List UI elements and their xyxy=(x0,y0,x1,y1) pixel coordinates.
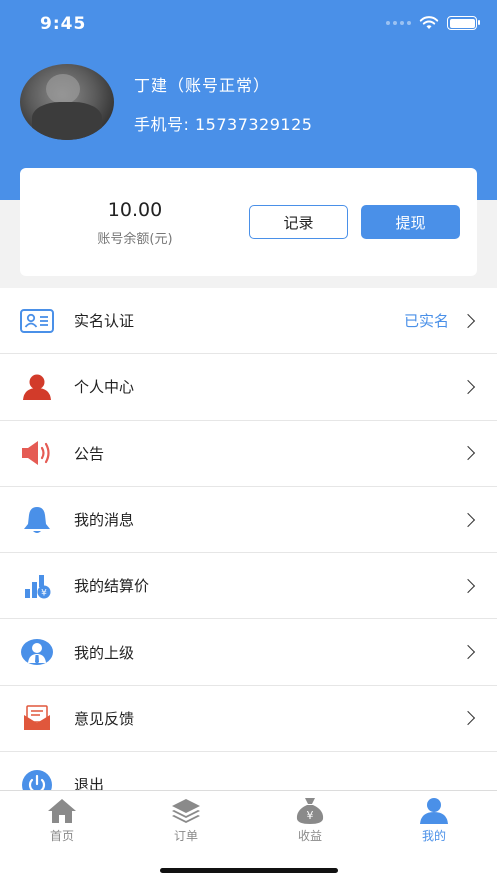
menu-item-label: 个人中心 xyxy=(74,378,135,397)
withdraw-button[interactable]: 提现 xyxy=(361,205,460,239)
status-icons xyxy=(386,16,480,30)
balance-value: 10.00 xyxy=(107,199,163,221)
speaker-icon xyxy=(20,437,54,469)
status-time: 9:45 xyxy=(40,14,87,34)
wifi-icon xyxy=(419,16,439,29)
layers-icon xyxy=(170,797,202,825)
bell-icon xyxy=(20,504,54,536)
signal-icon xyxy=(386,21,411,25)
status-bar: 9:45 xyxy=(0,0,497,48)
menu-item-personal-center[interactable]: 个人中心 xyxy=(0,354,497,421)
menu-item-announcement[interactable]: 公告 xyxy=(0,421,497,487)
user-icon xyxy=(418,797,450,825)
tab-label: 我的 xyxy=(421,829,446,843)
menu-list: 实名认证 已实名 个人中心 公告 我的消息 ¥ 我的结算价 我的上级 意见反馈 … xyxy=(0,288,497,819)
feedback-mail-icon xyxy=(20,702,54,734)
menu-item-superior[interactable]: 我的上级 xyxy=(0,619,497,686)
profile-name: 丁建（账号正常） xyxy=(134,76,271,95)
profile-phone: 手机号: 15737329125 xyxy=(134,115,313,134)
chevron-right-icon xyxy=(460,379,476,395)
account-card: 10.00 账号余额(元) 记录 提现 xyxy=(20,168,477,276)
tab-label: 收益 xyxy=(297,829,322,843)
svg-text:¥: ¥ xyxy=(307,809,314,822)
chevron-right-icon xyxy=(460,313,476,328)
tab-label: 订单 xyxy=(173,829,198,843)
money-bag-icon: ¥ xyxy=(294,797,326,825)
menu-item-label: 意见反馈 xyxy=(74,709,135,728)
tab-earnings[interactable]: ¥ 收益 xyxy=(270,797,350,844)
menu-item-verification[interactable]: 实名认证 已实名 xyxy=(0,288,497,355)
tab-label: 首页 xyxy=(49,829,74,843)
menu-item-label: 我的消息 xyxy=(74,511,135,530)
home-indicator xyxy=(160,868,338,873)
tab-orders[interactable]: 订单 xyxy=(146,797,226,844)
chevron-right-icon xyxy=(460,512,476,527)
battery-icon xyxy=(447,16,480,30)
chevron-right-icon xyxy=(460,446,476,461)
home-icon xyxy=(46,797,78,825)
svg-text:¥: ¥ xyxy=(41,588,47,598)
chevron-right-icon xyxy=(460,645,476,660)
supervisor-icon xyxy=(20,636,54,668)
menu-item-label: 公告 xyxy=(74,444,105,463)
menu-item-label: 实名认证 xyxy=(74,312,135,331)
menu-item-settlement-price[interactable]: ¥ 我的结算价 xyxy=(0,553,497,620)
tab-home[interactable]: 首页 xyxy=(22,797,102,844)
record-button[interactable]: 记录 xyxy=(249,205,348,239)
chevron-right-icon xyxy=(460,711,476,726)
person-icon xyxy=(20,371,54,403)
verified-status: 已实名 xyxy=(403,312,449,331)
settlement-chart-icon: ¥ xyxy=(20,570,54,602)
chevron-right-icon xyxy=(460,578,476,593)
menu-item-label: 我的结算价 xyxy=(74,577,150,596)
id-card-icon xyxy=(20,305,54,337)
menu-item-messages[interactable]: 我的消息 xyxy=(0,487,497,554)
menu-item-feedback[interactable]: 意见反馈 xyxy=(0,686,497,753)
menu-item-label: 我的上级 xyxy=(74,643,135,662)
balance-label: 账号余额(元) xyxy=(97,232,173,247)
tab-mine[interactable]: 我的 xyxy=(394,797,474,844)
avatar[interactable] xyxy=(20,64,114,140)
